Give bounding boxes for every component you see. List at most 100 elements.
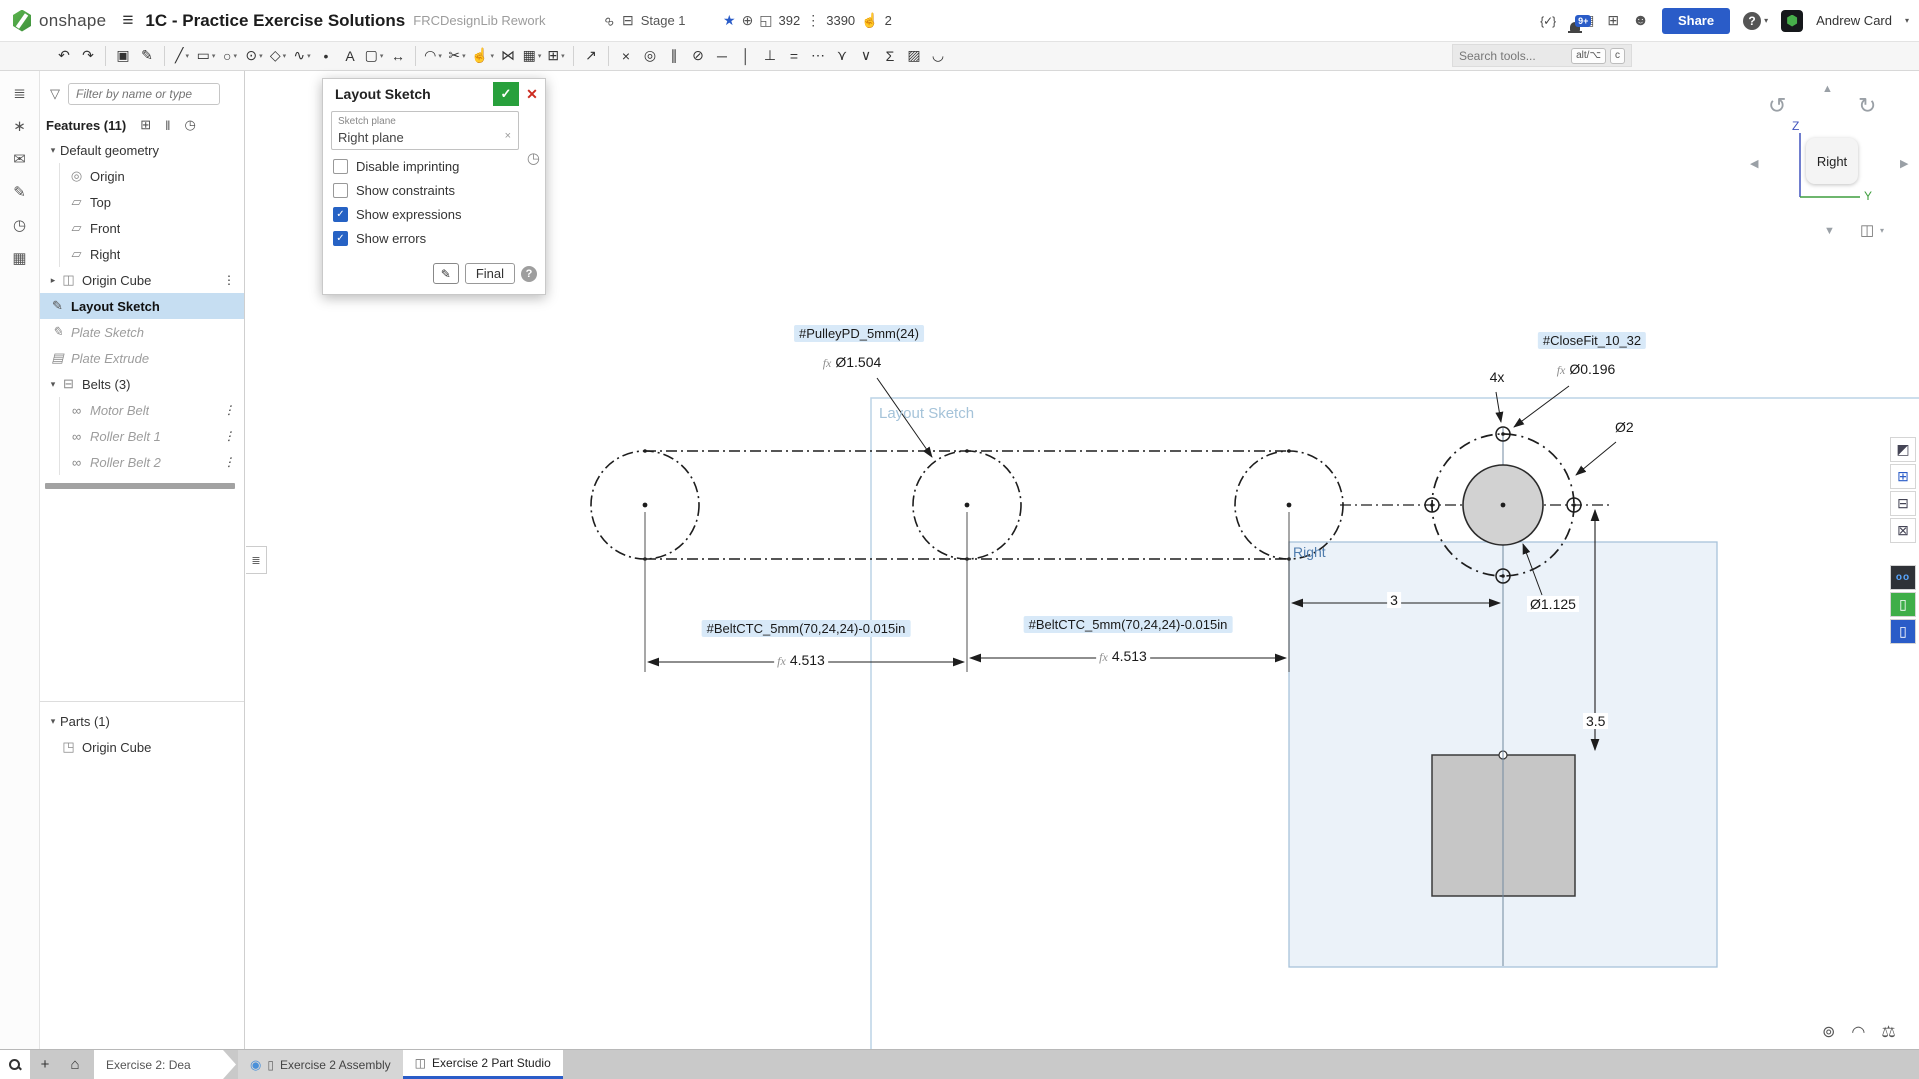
chevron-down-icon[interactable]: ▾ <box>1905 16 1909 25</box>
coincident-constraint-button[interactable]: × <box>614 44 638 68</box>
edit-sketch-icon-button[interactable]: ✎ <box>433 263 459 284</box>
notes-rail-icon[interactable]: ✎ <box>6 178 34 206</box>
document-title[interactable]: 1C - Practice Exercise Solutions <box>145 11 405 31</box>
search-tools-input[interactable]: Search tools... alt/⌥ c <box>1452 44 1632 67</box>
perpendicular-constraint-button[interactable]: ⊥ <box>758 44 782 68</box>
item-menu-icon[interactable]: ⋮ <box>223 403 235 417</box>
view-cube-face[interactable]: Right <box>1806 138 1858 184</box>
dim-3-5-label[interactable]: 3.5 <box>1583 713 1608 729</box>
rotate-right-arrow[interactable]: ▶ <box>1900 157 1908 170</box>
bore-dim[interactable]: Ø1.125 <box>1527 596 1579 612</box>
sketch-tool-button[interactable]: ✎ <box>135 44 159 68</box>
layout-plane-label[interactable]: Layout Sketch <box>879 405 974 422</box>
fix-constraint-button[interactable]: ▨ <box>902 44 926 68</box>
parts-section-header[interactable]: ▾ Parts (1) <box>40 708 244 734</box>
rotate-down-arrow[interactable]: ▼ <box>1824 225 1835 237</box>
filter-icon[interactable]: ▽ <box>50 86 60 102</box>
item-menu-icon[interactable]: ⋮ <box>223 455 235 469</box>
featurescript-icon[interactable]: {✓} <box>1540 14 1555 28</box>
hole-count-label[interactable]: 4x <box>1487 369 1508 385</box>
named-views-panel-button[interactable]: ⊞ <box>1890 464 1916 489</box>
feature-item-top[interactable]: ▱ Top <box>60 189 244 215</box>
community-icon[interactable]: ☻ <box>1632 12 1649 30</box>
pierce-constraint-button[interactable]: ⋎ <box>830 44 854 68</box>
home-tab-button[interactable]: ⌂ <box>60 1050 90 1079</box>
feature-list-rail-icon[interactable]: ≣ <box>6 79 34 107</box>
mirror-tool-button[interactable]: ⋈ <box>496 44 520 68</box>
tab-exercise-2-assembly[interactable]: ◉ ▯ Exercise 2 Assembly <box>238 1050 403 1079</box>
forks-icon[interactable]: ⋮ <box>806 12 820 29</box>
workspace-label[interactable]: Stage 1 <box>641 13 686 28</box>
bolt-circle-dim[interactable]: Ø2 <box>1612 419 1637 435</box>
fillet-tool-button[interactable]: ◠▾ <box>421 44 445 68</box>
tables-rail-icon[interactable]: ▦ <box>6 244 34 272</box>
pulley-diameter-dim[interactable]: fxØ1.504 <box>820 354 885 371</box>
closefit-expression-label[interactable]: #CloseFit_10_32 <box>1538 332 1646 349</box>
history-icon[interactable]: ◷ <box>184 117 195 133</box>
belt1-ctc-dim[interactable]: fx4.513 <box>774 652 828 669</box>
feature-item-front[interactable]: ▱ Front <box>60 215 244 241</box>
share-link-icon[interactable]: ∞ <box>601 11 619 29</box>
belt2-ctc-dim[interactable]: fx4.513 <box>1096 648 1150 665</box>
avatar[interactable] <box>1781 10 1803 32</box>
checkbox-unchecked[interactable] <box>333 159 348 174</box>
curve-pattern-button[interactable]: ◡ <box>926 44 950 68</box>
item-menu-icon[interactable]: ⋮ <box>223 429 235 443</box>
dimension-tool-button[interactable]: ↔ <box>386 44 410 68</box>
cancel-button[interactable]: ✕ <box>519 82 545 106</box>
tape-measure-icon[interactable]: ⊚ <box>1822 1022 1835 1042</box>
rollback-bar[interactable] <box>45 483 235 489</box>
option-disable-imprinting[interactable]: Disable imprinting <box>333 159 535 174</box>
insert-image-tool-button[interactable]: ⊞▾ <box>544 44 568 68</box>
clear-selection-icon[interactable]: × <box>505 130 511 142</box>
option-show-errors[interactable]: ✓ Show errors <box>333 231 535 246</box>
new-folder-icon[interactable]: ⊞ <box>140 117 151 133</box>
feature-item-layout-sketch[interactable]: ✎ Layout Sketch <box>40 293 244 319</box>
option-show-constraints[interactable]: Show constraints <box>333 183 535 198</box>
feature-item-roller-belt-1[interactable]: ∞ Roller Belt 1 ⋮ <box>60 423 244 449</box>
appearance-panel-button[interactable]: ◩ <box>1890 437 1916 462</box>
tab-exercise-2-part-studio[interactable]: ◫ Exercise 2 Part Studio <box>403 1050 563 1079</box>
normal-constraint-button[interactable]: ∨ <box>854 44 878 68</box>
right-plane-label[interactable]: Right <box>1293 544 1326 560</box>
chevron-down-icon[interactable]: ▾ <box>46 379 60 390</box>
add-tab-button[interactable]: + <box>30 1050 60 1079</box>
rectangle-tool-button[interactable]: ▭▾ <box>194 44 218 68</box>
polygon-tool-button[interactable]: ◇▾ <box>266 44 290 68</box>
chevron-down-icon[interactable]: ▾ <box>46 716 60 727</box>
feature-item-origin-cube[interactable]: ▸ ◫ Origin Cube ⋮ <box>40 267 244 293</box>
chevron-right-icon[interactable]: ▸ <box>46 275 60 286</box>
copies-icon[interactable]: ◱ <box>759 12 772 29</box>
slot-tool-button[interactable]: ▢▾ <box>362 44 386 68</box>
closefit-diameter-dim[interactable]: fxØ0.196 <box>1554 361 1619 378</box>
feature-item-plate-sketch[interactable]: ✎ Plate Sketch <box>40 319 244 345</box>
share-button[interactable]: Share <box>1662 8 1730 34</box>
vertical-constraint-button[interactable]: │ <box>734 44 758 68</box>
field-value[interactable]: Right plane <box>338 130 512 145</box>
suppress-icon[interactable]: ‖ <box>165 118 170 133</box>
feature-item-default-geometry[interactable]: ▾ Default geometry <box>40 137 244 163</box>
filter-input[interactable] <box>68 83 220 105</box>
app-store-icon[interactable]: ⊞ <box>1607 12 1619 29</box>
pattern-tool-button[interactable]: ▦▾ <box>520 44 544 68</box>
feature-item-roller-belt-2[interactable]: ∞ Roller Belt 2 ⋮ <box>60 449 244 475</box>
insert-rail-icon[interactable]: ∗ <box>6 112 34 140</box>
checkbox-checked[interactable]: ✓ <box>333 207 348 222</box>
checkbox-checked[interactable]: ✓ <box>333 231 348 246</box>
use-project-tool-button[interactable]: ☝▾ <box>469 44 496 68</box>
copy-paste-button[interactable]: ▣ <box>111 44 135 68</box>
tangent-constraint-button[interactable]: ⊘ <box>686 44 710 68</box>
green-doc-panel-button[interactable]: ▯ <box>1890 592 1916 617</box>
mass-properties-icon[interactable]: ⚖ <box>1881 1022 1895 1042</box>
trim-tool-button[interactable]: ✂▾ <box>445 44 469 68</box>
text-tool-button[interactable]: A <box>338 44 362 68</box>
belt1-expression-label[interactable]: #BeltCTC_5mm(70,24,24)-0.015in <box>702 620 911 637</box>
symmetric-constraint-button[interactable]: Σ <box>878 44 902 68</box>
chevron-down-icon[interactable]: ▾ <box>1880 226 1884 235</box>
center-circle-tool-button[interactable]: ⊙▾ <box>242 44 266 68</box>
checkbox-unchecked[interactable] <box>333 183 348 198</box>
line-tool-button[interactable]: ╱▾ <box>170 44 194 68</box>
extension-panel-button[interactable]: oo <box>1890 565 1916 590</box>
tab-exercise-2-dea[interactable]: Exercise 2: Dea <box>94 1050 236 1079</box>
part-item-origin-cube[interactable]: ◳ Origin Cube <box>40 734 244 760</box>
